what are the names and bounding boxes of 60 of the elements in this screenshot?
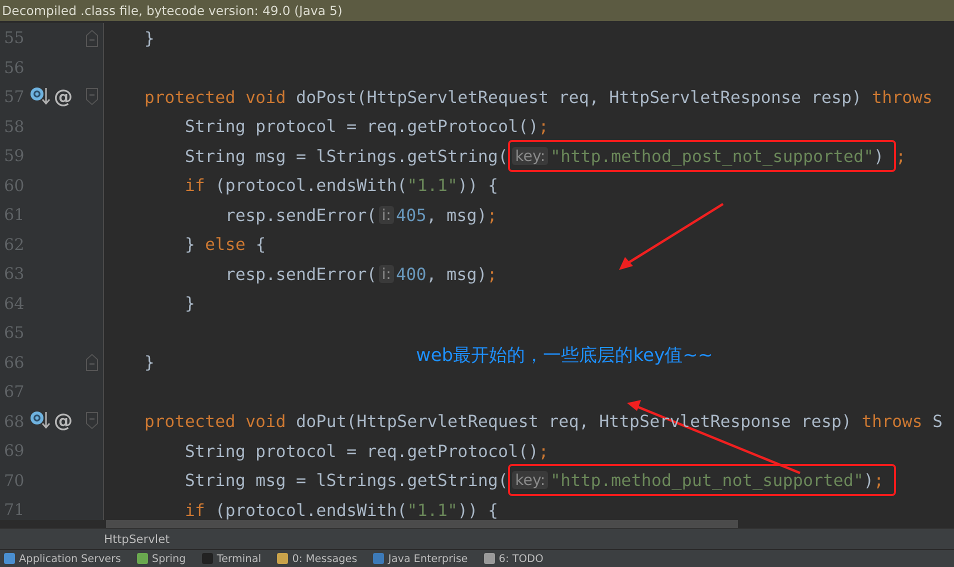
parameter-hint: key: <box>512 471 548 490</box>
code-text: )) { <box>458 175 498 196</box>
code-semicolon: ; <box>896 146 906 166</box>
parameter-hint: i: <box>378 206 394 224</box>
code-text: String protocol = req.getProtocol() <box>184 116 538 136</box>
code-keyword: else <box>205 234 246 254</box>
code-keyword: if <box>184 175 206 196</box>
fold-icon[interactable] <box>85 411 100 432</box>
code-semicolon: ; <box>486 204 498 225</box>
code-keyword: throws <box>862 411 922 432</box>
code-text: resp.sendError( <box>224 204 377 225</box>
annotation-text: web最开始的，一些底层的key值~~ <box>416 344 713 367</box>
code-text: String msg = lStrings.getString( <box>184 470 508 490</box>
tool-window-button[interactable]: Spring <box>136 552 186 564</box>
code-text: } <box>143 352 155 372</box>
code-keyword: if <box>184 500 206 520</box>
code-text: (protocol.endsWith( <box>214 175 408 196</box>
string-literal: "http.method_put_not_supported" <box>550 470 864 490</box>
tool-window-button[interactable]: Java Enterprise <box>373 552 468 564</box>
code-text: , msg) <box>426 204 487 225</box>
code-text: } <box>143 28 155 48</box>
code-text: String protocol = req.getProtocol() <box>184 440 538 461</box>
code-text: S <box>931 411 943 432</box>
code-text: String msg = lStrings.getString( <box>184 146 508 166</box>
code-text: { <box>254 234 266 254</box>
tool-window-button[interactable]: Application Servers <box>4 552 121 564</box>
scrollbar-thumb[interactable] <box>106 520 738 528</box>
tool-window-button[interactable]: 6: TODO <box>484 552 544 564</box>
code-text: ) <box>864 470 874 490</box>
number-literal: 405 <box>396 204 426 225</box>
code-keyword: protected void <box>143 86 287 107</box>
tool-window-button[interactable]: 0: Messages <box>277 552 358 564</box>
code-semicolon: ; <box>874 470 884 490</box>
code-text: } <box>184 234 196 254</box>
breadcrumb-item[interactable]: HttpServlet <box>104 532 170 546</box>
annotation-mark: @ <box>54 410 73 432</box>
annotation-mark: @ <box>54 86 73 108</box>
code-text: resp.sendError( <box>224 264 377 284</box>
code-text: ) <box>874 146 884 166</box>
fold-icon[interactable] <box>85 28 100 48</box>
fold-icon[interactable] <box>85 86 100 107</box>
tool-window-button[interactable]: Terminal <box>202 552 262 564</box>
code-keyword: throws <box>872 86 932 107</box>
code-keyword: protected void <box>143 411 287 432</box>
code-text: )) { <box>458 500 498 520</box>
notification-text: Decompiled .class file, bytecode version: 49.0 (Java 5) <box>2 3 342 18</box>
fold-icon[interactable] <box>85 352 100 372</box>
parameter-hint: key: <box>512 146 548 165</box>
code-semicolon: ; <box>486 264 498 284</box>
string-literal: "1.1" <box>407 175 458 196</box>
code-text: doPost(HttpServletRequest req, HttpServletResponse resp) <box>296 86 863 107</box>
string-literal: "http.method_post_not_supported" <box>550 146 874 166</box>
code-semicolon: ; <box>538 116 549 136</box>
code-text: } <box>184 293 195 314</box>
string-literal: "1.1" <box>407 500 458 520</box>
code-text: (protocol.endsWith( <box>214 500 408 520</box>
code-semicolon: ; <box>538 440 549 461</box>
code-text: , msg) <box>426 264 487 284</box>
parameter-hint: i: <box>378 264 394 283</box>
number-literal: 400 <box>396 264 426 284</box>
